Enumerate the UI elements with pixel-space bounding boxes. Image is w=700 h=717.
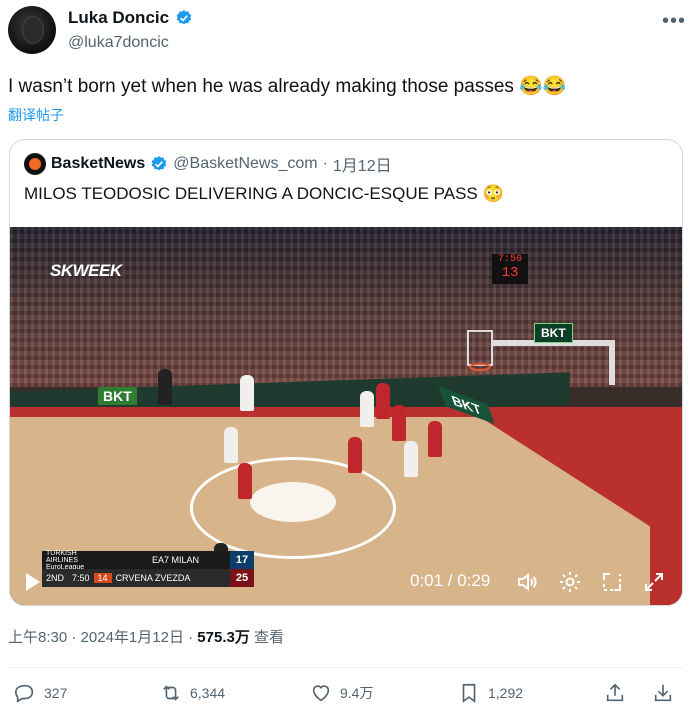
tweet-text: I wasn’t born yet when he was already ma…	[8, 76, 567, 97]
like-count: 9.4万	[340, 685, 374, 701]
stanchion-ad: BKT	[534, 323, 573, 343]
translate-link[interactable]: 翻译帖子	[8, 105, 64, 125]
author-avatar[interactable]	[8, 6, 56, 54]
video-controls: 0:01 / 0:29	[10, 561, 682, 605]
quoted-tweet[interactable]: BasketNews @BasketNews_com · 1月12日 MILOS…	[9, 139, 683, 606]
share-icon	[606, 683, 624, 702]
retweet-button[interactable]: 6,344	[160, 682, 225, 704]
retweet-icon	[163, 685, 179, 701]
player	[348, 437, 362, 473]
player	[404, 441, 418, 477]
download-button[interactable]	[652, 682, 674, 704]
verified-badge-icon	[151, 156, 167, 171]
quote-separator: ·	[322, 155, 328, 172]
heart-icon	[312, 685, 330, 702]
tweet-meta: 上午8:30 · 2024年1月12日 · 575.3万 查看	[8, 629, 285, 646]
player	[428, 421, 442, 457]
arena-shot-clock: 7:50 13	[492, 254, 528, 284]
quote-text: MILOS TEODOSIC DELIVERING A DONCIC-ESQUE…	[24, 184, 504, 203]
player	[360, 391, 374, 427]
reply-button[interactable]: 327	[14, 682, 67, 704]
bookmark-icon	[462, 683, 476, 703]
player	[240, 375, 254, 411]
play-icon[interactable]	[24, 571, 42, 593]
author-handle[interactable]: @luka7doncic	[68, 34, 169, 52]
quote-author-handle[interactable]: @BasketNews_com	[173, 155, 317, 173]
retweet-count: 6,344	[190, 685, 226, 701]
view-count: 575.3万	[197, 629, 250, 646]
share-button[interactable]	[604, 682, 626, 704]
download-icon	[654, 684, 672, 702]
like-button[interactable]: 9.4万	[310, 682, 373, 704]
player	[376, 383, 390, 419]
video-time: 0:01 / 0:29	[410, 571, 491, 590]
quote-author-name[interactable]: BasketNews	[51, 155, 145, 173]
reply-count: 327	[44, 685, 68, 701]
quote-avatar[interactable]	[24, 153, 46, 175]
player	[224, 427, 238, 463]
tweet-time[interactable]: 上午8:30	[8, 629, 67, 646]
divider	[8, 667, 684, 668]
bookmark-count: 1,292	[488, 685, 524, 701]
view-label: 查看	[254, 629, 285, 646]
tweet-date[interactable]: 2024年1月12日	[81, 629, 184, 646]
bookmark-button[interactable]: 1,292	[458, 682, 523, 704]
more-options-icon[interactable]: •••	[662, 10, 686, 33]
video-watermark: SKWEEK	[50, 261, 122, 280]
fullscreen-icon[interactable]	[642, 570, 666, 594]
board-ad: BKT	[98, 387, 137, 405]
author-name[interactable]: Luka Doncic	[68, 8, 169, 28]
verified-badge-icon	[176, 10, 192, 25]
reply-icon	[15, 684, 34, 703]
player	[392, 405, 406, 441]
volume-icon[interactable]	[515, 570, 539, 594]
settings-icon[interactable]	[558, 570, 582, 594]
video-player[interactable]: BKT BKT SKWEEK 7:50 13 BKT TURKISH AIRLI…	[10, 227, 682, 605]
action-bar: 327 6,344 9.4万 1,292	[8, 682, 684, 712]
player	[238, 463, 252, 499]
quote-date[interactable]: 1月12日	[333, 152, 392, 176]
minimize-icon[interactable]	[600, 570, 624, 594]
referee	[158, 369, 172, 405]
